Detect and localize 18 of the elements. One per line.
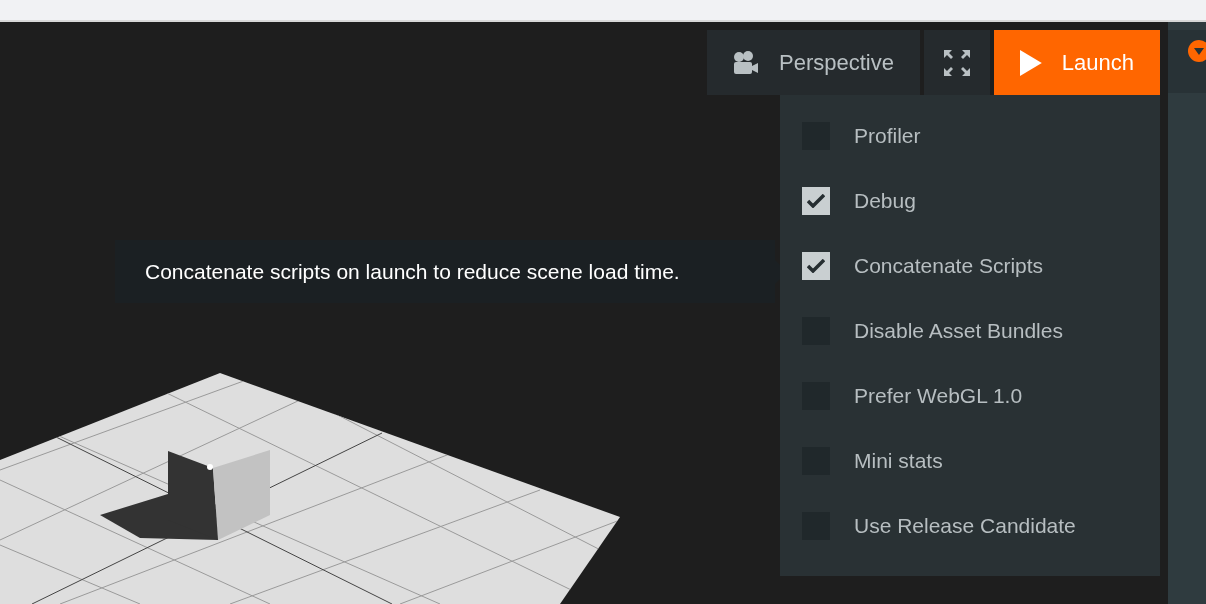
- fullscreen-button[interactable]: [924, 30, 990, 95]
- checkbox[interactable]: [802, 186, 830, 215]
- camera-icon: [733, 50, 760, 75]
- fullscreen-icon: [944, 49, 970, 76]
- menu-item-label[interactable]: Mini stats: [854, 448, 943, 473]
- check-icon: [807, 193, 825, 208]
- menu-item-label[interactable]: Concatenate Scripts: [854, 253, 1044, 278]
- tooltip-text: Concatenate scripts on launch to reduce scene load time.: [145, 259, 681, 285]
- check-icon: [807, 258, 825, 273]
- play-icon: [1020, 49, 1042, 76]
- menu-item-label[interactable]: Disable Asset Bundles: [854, 318, 1063, 343]
- menu-item-label[interactable]: Debug: [854, 188, 916, 213]
- dropdown-icon[interactable]: [1188, 40, 1206, 62]
- menu-item-label[interactable]: Use Release Candidate: [854, 513, 1076, 538]
- camera-mode-button[interactable]: Perspective: [707, 30, 920, 95]
- menu-item-label[interactable]: Prefer WebGL 1.0: [854, 383, 1023, 408]
- checkbox[interactable]: [802, 251, 830, 280]
- menu-item-label[interactable]: Profiler: [854, 123, 921, 148]
